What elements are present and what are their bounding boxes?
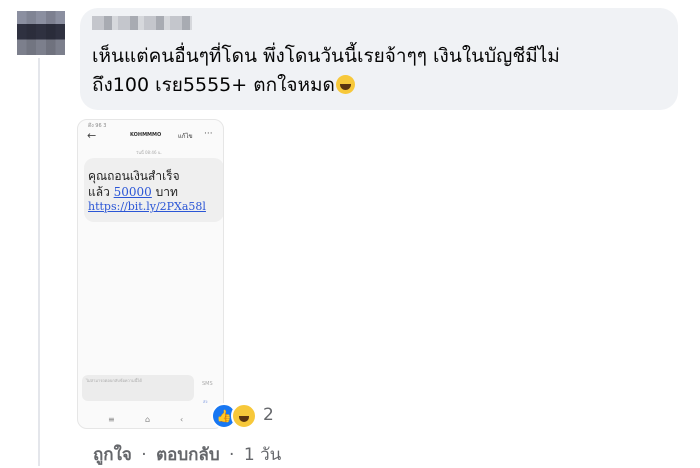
like-button[interactable]: ถูกใจ [93, 445, 132, 465]
thread-line [38, 58, 40, 466]
sms-sender: KOHMMMO [130, 132, 162, 138]
attached-screenshot[interactable]: ดึง 96 3 ← KOHMMMO แก้ไข ··· วันนี้ 08:4… [77, 119, 224, 429]
home-icon: ⌂ [145, 415, 151, 424]
haha-reaction-icon [231, 403, 257, 429]
reaction-count: 2 [263, 405, 274, 425]
edit-label: แก้ไข [178, 133, 193, 140]
back-icon: ‹ [180, 415, 184, 424]
separator: · [229, 445, 235, 465]
comment-body: เห็นแต่คนอื่นๆที่โดน พึ่งโดนวันนี้เรยจ้า… [92, 45, 560, 96]
more-options-icon: ··· [204, 129, 213, 139]
phone-nav-bar: ≡ ⌂ ‹ [78, 413, 223, 428]
timestamp[interactable]: 1 วัน [244, 445, 281, 465]
avatar[interactable] [17, 11, 65, 55]
sms-line-2-prefix: แล้ว [88, 185, 114, 199]
send-label: SMS [202, 381, 213, 387]
date-chip: วันนี้ 08:46 น. [136, 150, 162, 155]
reply-button[interactable]: ตอบกลับ [156, 445, 220, 465]
face-with-tears-of-joy-icon [335, 75, 355, 94]
comment-bubble: เห็นแต่คนอื่นๆที่โดน พึ่งโดนวันนี้เรยจ้า… [80, 8, 678, 110]
sms-message-bubble: คุณถอนเงินสำเร็จ แล้ว 50000 บาท https://… [84, 158, 223, 222]
separator: · [141, 445, 147, 465]
sms-amount: 50000 [113, 185, 152, 199]
send-sub-label: ส่ง [203, 399, 208, 404]
comment-actions: ถูกใจ · ตอบกลับ · 1 วัน [93, 441, 281, 468]
sms-line-2-suffix: บาท [151, 185, 178, 199]
recent-apps-icon: ≡ [108, 415, 115, 424]
sms-link: https://bit.ly/2PXa58l [88, 200, 206, 213]
compose-box: ไม่สามารถตอบกลับข้อความนี้ได้ [82, 375, 194, 401]
author-name-blurred[interactable] [92, 16, 192, 30]
back-arrow-icon: ← [87, 129, 97, 142]
comment-text: เห็นแต่คนอื่นๆที่โดน พึ่งโดนวันนี้เรยจ้า… [92, 42, 652, 100]
